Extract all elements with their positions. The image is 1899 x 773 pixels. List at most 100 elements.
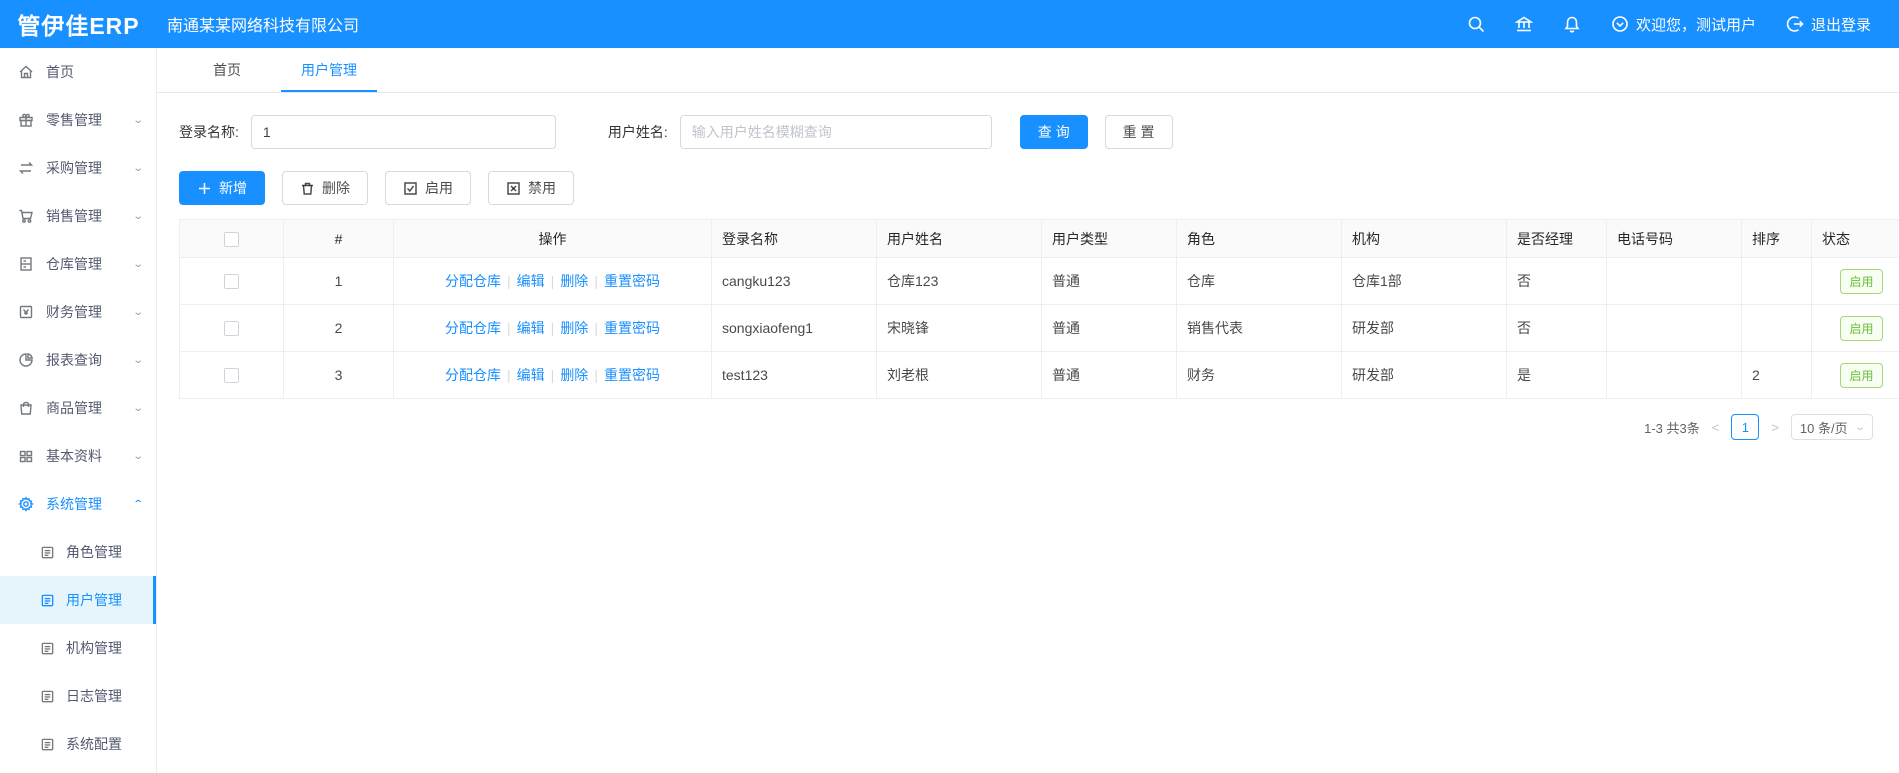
doc-icon: [40, 641, 55, 656]
assign-warehouse-link[interactable]: 分配仓库: [445, 367, 501, 383]
top-header: 管伊佳ERP 南通某某网络科技有限公司 欢迎您，测试用户 退出登录: [0, 0, 1899, 48]
logout-button[interactable]: 退出登录: [1786, 14, 1871, 35]
page-size-select[interactable]: 10 条/页 ⌄: [1790, 414, 1873, 440]
chevron-down-icon: ⌄: [131, 162, 144, 174]
table-header-row: # 操作 登录名称 用户姓名 用户类型 角色 机构 是否经理 电话号码 排序 状…: [179, 219, 1899, 258]
cell-actions: 分配仓库 | 编辑 | 删除 | 重置密码: [393, 304, 712, 352]
cell-actions: 分配仓库 | 编辑 | 删除 | 重置密码: [393, 257, 712, 305]
pie-chart-icon: [18, 352, 34, 368]
cell-role: 财务: [1176, 351, 1342, 399]
cell-index: 3: [283, 351, 394, 399]
chevron-up-icon: ⌃: [131, 498, 144, 510]
edit-link[interactable]: 编辑: [517, 367, 545, 383]
gear-icon: [18, 496, 34, 512]
sidebar-item-role-mgmt[interactable]: 角色管理: [0, 528, 156, 576]
reset-password-link[interactable]: 重置密码: [604, 320, 660, 336]
bag-icon: [18, 400, 34, 416]
query-button[interactable]: 查 询: [1019, 115, 1088, 149]
col-status: 状态: [1811, 219, 1899, 258]
bell-icon[interactable]: [1563, 15, 1581, 33]
sidebar-item-basedata[interactable]: 基本资料 ⌄: [0, 432, 156, 480]
header-actions: 欢迎您，测试用户 退出登录: [1467, 14, 1899, 35]
assign-warehouse-link[interactable]: 分配仓库: [445, 320, 501, 336]
col-org: 机构: [1341, 219, 1507, 258]
prev-page-button[interactable]: <: [1710, 420, 1722, 435]
main-area: 首页 用户管理 登录名称: 用户姓名: 查 询 重 置 新增: [157, 48, 1899, 773]
col-manager: 是否经理: [1506, 219, 1607, 258]
page-number-button[interactable]: 1: [1731, 414, 1760, 440]
bank-icon[interactable]: [1514, 15, 1533, 33]
status-badge[interactable]: 启用: [1840, 362, 1883, 388]
sidebar-item-log-mgmt[interactable]: 日志管理: [0, 672, 156, 720]
sidebar-item-org-mgmt[interactable]: 机构管理: [0, 624, 156, 672]
cell-type: 普通: [1041, 351, 1177, 399]
sidebar-item-system[interactable]: 系统管理 ⌃: [0, 480, 156, 528]
assign-warehouse-link[interactable]: 分配仓库: [445, 273, 501, 289]
chevron-down-icon: ⌄: [131, 402, 144, 414]
sidebar-item-user-mgmt[interactable]: 用户管理: [0, 576, 156, 624]
next-page-button[interactable]: >: [1769, 420, 1781, 435]
users-table: # 操作 登录名称 用户姓名 用户类型 角色 机构 是否经理 电话号码 排序 状…: [179, 219, 1899, 399]
cart-icon: [18, 208, 34, 224]
sidebar-item-reports[interactable]: 报表查询 ⌄: [0, 336, 156, 384]
cell-role: 仓库: [1176, 257, 1342, 305]
delete-link[interactable]: 删除: [560, 320, 588, 336]
gift-icon: [18, 112, 34, 128]
pagination-total: 1-3 共3条: [1644, 420, 1700, 436]
delete-link[interactable]: 删除: [560, 367, 588, 383]
cell-manager: 否: [1506, 304, 1607, 352]
user-name-label: 用户姓名:: [607, 124, 668, 140]
swap-icon: [18, 160, 34, 176]
user-menu[interactable]: 欢迎您，测试用户: [1611, 14, 1756, 35]
table-row: 3 分配仓库 | 编辑 | 删除 | 重置密码 test123 刘老根 普通 财务 研发部 …: [179, 351, 1899, 399]
cell-org: 仓库1部: [1341, 257, 1507, 305]
sidebar-item-finance[interactable]: 财务管理 ⌄: [0, 288, 156, 336]
table-row: 1 分配仓库 | 编辑 | 删除 | 重置密码 cangku123 仓库123 普通 仓库 …: [179, 257, 1899, 305]
row-checkbox[interactable]: [224, 368, 239, 384]
sidebar-item-warehouse[interactable]: 仓库管理 ⌄: [0, 240, 156, 288]
select-all-checkbox[interactable]: [224, 231, 239, 247]
sidebar-item-products[interactable]: 商品管理 ⌄: [0, 384, 156, 432]
col-type: 用户类型: [1041, 219, 1177, 258]
cell-org: 研发部: [1341, 351, 1507, 399]
user-name-input[interactable]: [679, 115, 992, 149]
status-badge[interactable]: 启用: [1840, 315, 1883, 341]
sidebar-item-home[interactable]: 首页: [0, 48, 156, 96]
tab-user-mgmt[interactable]: 用户管理: [281, 60, 377, 92]
table-row: 2 分配仓库 | 编辑 | 删除 | 重置密码 songxiaofeng1 宋晓锋 普通 销…: [179, 304, 1899, 352]
cell-sort: [1741, 304, 1812, 352]
chevron-down-icon: ⌄: [131, 258, 144, 270]
login-name-input[interactable]: [250, 115, 556, 149]
row-checkbox[interactable]: [224, 274, 239, 290]
enable-button[interactable]: 启用: [385, 171, 471, 205]
sidebar-item-retail[interactable]: 零售管理 ⌄: [0, 96, 156, 144]
delete-link[interactable]: 删除: [560, 273, 588, 289]
cell-org: 研发部: [1341, 304, 1507, 352]
chevron-down-icon: ⌄: [131, 114, 144, 126]
cell-phone: [1606, 351, 1742, 399]
edit-link[interactable]: 编辑: [517, 320, 545, 336]
col-actions: 操作: [393, 219, 712, 258]
logout-icon: [1786, 15, 1804, 33]
reset-password-link[interactable]: 重置密码: [604, 367, 660, 383]
reset-button[interactable]: 重 置: [1104, 115, 1173, 149]
doc-icon: [40, 593, 55, 608]
row-checkbox[interactable]: [224, 321, 239, 337]
welcome-text: 欢迎您，测试用户: [1635, 16, 1756, 34]
add-button[interactable]: 新增: [179, 171, 265, 205]
search-icon[interactable]: [1467, 15, 1485, 33]
disable-button[interactable]: 禁用: [488, 171, 574, 205]
delete-button[interactable]: 删除: [282, 171, 368, 205]
col-index: #: [283, 219, 394, 258]
edit-link[interactable]: 编辑: [517, 273, 545, 289]
sidebar-item-system-config[interactable]: 系统配置: [0, 720, 156, 768]
reset-password-link[interactable]: 重置密码: [604, 273, 660, 289]
sidebar-item-sales[interactable]: 销售管理 ⌄: [0, 192, 156, 240]
pagination: 1-3 共3条 < 1 > 10 条/页 ⌄: [179, 414, 1877, 440]
cell-sort: [1741, 257, 1812, 305]
sidebar-item-purchase[interactable]: 采购管理 ⌄: [0, 144, 156, 192]
tab-home[interactable]: 首页: [205, 60, 249, 92]
cell-index: 1: [283, 257, 394, 305]
status-badge[interactable]: 启用: [1840, 268, 1883, 294]
chevron-down-icon: ⌄: [1854, 421, 1866, 433]
